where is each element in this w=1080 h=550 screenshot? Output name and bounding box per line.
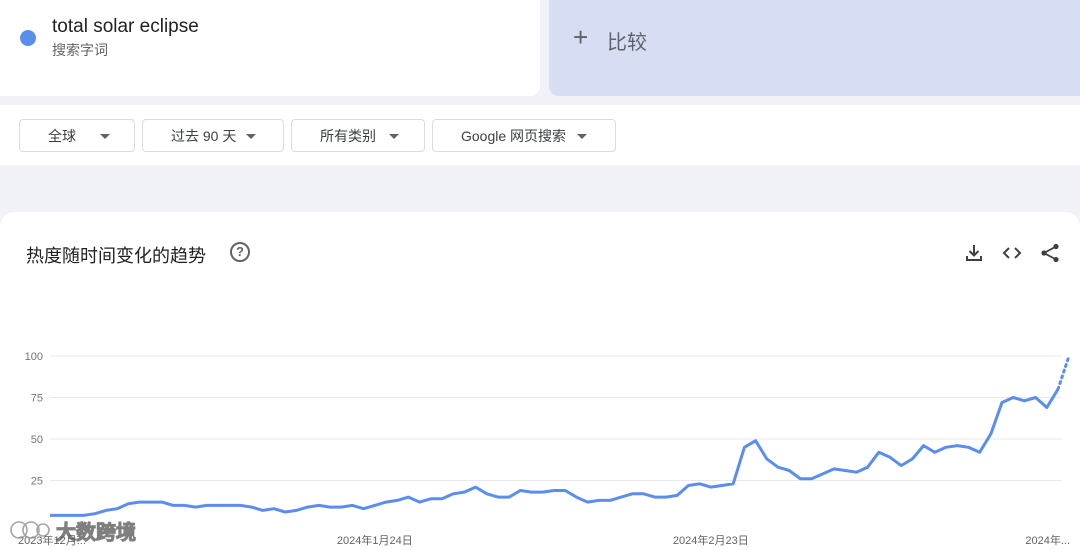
y-tick-label: 100 <box>25 351 43 363</box>
y-tick-label: 75 <box>31 393 43 405</box>
watermark-text: 大数跨境 <box>56 521 137 544</box>
y-tick-label: 25 <box>31 476 43 488</box>
watermark-logo-icon <box>10 521 50 539</box>
interest-line-chart: 255075100 2023年12月... 2024年1月24日 2024年2月23… <box>18 351 1071 547</box>
x-tick-label: 2024年1月24日 <box>337 533 413 547</box>
series-line <box>50 388 1060 517</box>
y-tick-label: 50 <box>31 434 43 446</box>
watermark: 大数跨境 <box>8 516 137 544</box>
x-tick-label: 2024年... <box>1025 533 1070 547</box>
series-partial-line <box>1056 354 1071 391</box>
x-tick-label: 2024年2月23日 <box>673 533 749 547</box>
